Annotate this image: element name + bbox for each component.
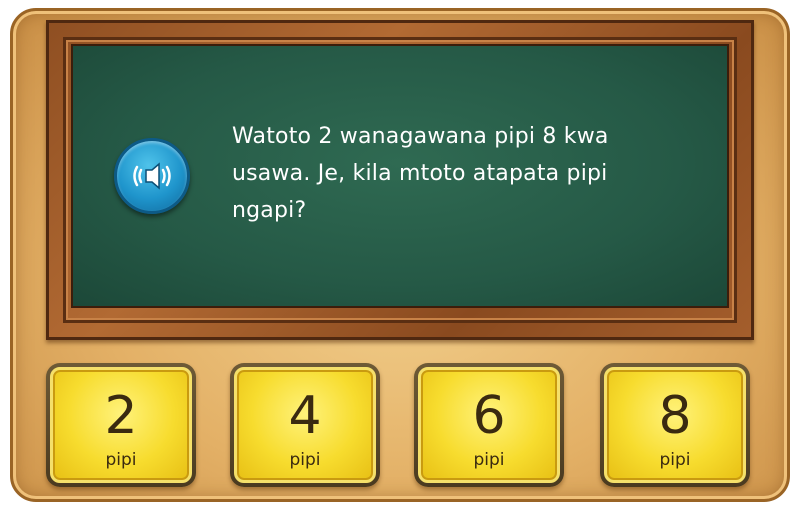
- answer-tile-face: 8 pipi: [604, 367, 746, 483]
- answer-value: 4: [288, 386, 322, 446]
- answer-option-1[interactable]: 2 pipi: [46, 363, 196, 487]
- answer-option-4[interactable]: 8 pipi: [600, 363, 750, 487]
- play-audio-button[interactable]: [114, 138, 190, 214]
- answer-tile-face: 2 pipi: [50, 367, 192, 483]
- answer-tile-face: 6 pipi: [418, 367, 560, 483]
- answer-unit: pipi: [289, 450, 321, 470]
- question-line-1: Watoto 2 wanagawana pipi 8 kwa: [232, 124, 609, 149]
- speaker-icon: [133, 162, 171, 190]
- answer-option-2[interactable]: 4 pipi: [230, 363, 380, 487]
- question-line-3: ngapi?: [232, 198, 307, 223]
- answer-unit: pipi: [105, 450, 137, 470]
- answer-value: 8: [658, 386, 692, 446]
- answer-value: 2: [104, 386, 138, 446]
- answer-option-3[interactable]: 6 pipi: [414, 363, 564, 487]
- answer-unit: pipi: [473, 450, 505, 470]
- answer-tile-face: 4 pipi: [234, 367, 376, 483]
- question-text: Watoto 2 wanagawana pipi 8 kwa usawa. Je…: [232, 118, 662, 229]
- question-line-2: usawa. Je, kila mtoto atapata pipi: [232, 161, 608, 186]
- answer-value: 6: [472, 386, 506, 446]
- answer-unit: pipi: [659, 450, 691, 470]
